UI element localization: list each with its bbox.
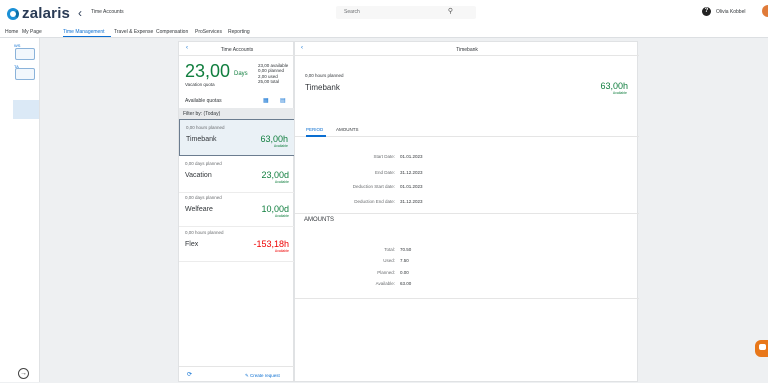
detail-planned: 0,00 hours planned <box>305 73 344 78</box>
deduction-start-value: 01.01.2023 <box>400 184 423 189</box>
active-menu-indicator <box>63 36 111 37</box>
used-label: Used: <box>383 258 395 263</box>
nav-tile-ws[interactable] <box>15 48 35 60</box>
quota-item-welfeare[interactable]: 0,00 days planned Welfeare 10,00d Availa… <box>179 190 295 227</box>
section-divider <box>295 298 639 299</box>
nav-selection-highlight <box>13 100 39 119</box>
logo-mark-icon <box>7 7 19 20</box>
quota-available-label: Available <box>274 180 289 184</box>
create-request-button[interactable]: ✎ Create request <box>245 373 280 379</box>
search-placeholder: Search <box>344 9 360 15</box>
quota-planned: 0,00 days planned <box>185 161 222 166</box>
available-label: Available: <box>375 281 395 286</box>
user-name[interactable]: Olivia Kobbel <box>716 9 745 15</box>
search-icon[interactable]: ⚲ <box>448 7 453 15</box>
quota-planned: 0,00 days planned <box>185 195 222 200</box>
search-field[interactable]: Search ⚲ <box>336 6 476 19</box>
app-title: Time Accounts <box>91 9 124 15</box>
right-panel-header: ‹ Timebank <box>295 42 639 56</box>
quota-value: -153,18h <box>253 239 289 249</box>
tab-period[interactable]: PERIOD <box>306 127 323 132</box>
detail-tabs: PERIOD AMOUNTS <box>295 123 639 137</box>
timebank-detail-panel: ‹ Timebank 0,00 hours planned Timebank 6… <box>294 41 639 382</box>
deduction-start-label: Deduction Start date: <box>352 184 395 189</box>
refresh-icon[interactable]: ⟳ <box>187 371 192 378</box>
planned-label: Planned: <box>377 270 395 275</box>
calendar-icon[interactable]: ▦ <box>263 97 269 104</box>
quota-item-flex[interactable]: 0,00 hours planned Flex -153,18h Availab… <box>179 225 295 262</box>
right-panel-title: Timebank <box>456 47 478 53</box>
chat-icon[interactable] <box>755 340 768 357</box>
quota-name: Welfeare <box>185 206 213 213</box>
quota-value: 23,00d <box>261 170 289 180</box>
zalaris-logo[interactable]: zalaris <box>7 5 70 22</box>
amounts-section-title: AMOUNTS <box>304 217 334 223</box>
filter-text: Filter by: (Today) <box>183 111 221 117</box>
stat-total: 25,00 total <box>258 78 280 84</box>
menu-item-home[interactable]: Home <box>5 29 18 35</box>
quota-name: Timebank <box>186 136 217 143</box>
quota-available-label: Available <box>274 249 289 253</box>
start-date-label: Start Date: <box>373 154 395 159</box>
menu-item-my-page[interactable]: My Page <box>22 29 42 35</box>
total-label: Total: <box>384 247 395 252</box>
detail-available-label: Available <box>612 91 627 95</box>
list-icon[interactable]: ▤ <box>280 97 286 104</box>
planned-value: 0.00 <box>400 270 409 275</box>
quota-value: 10,00d <box>261 204 289 214</box>
nav-tile-ta[interactable] <box>15 68 35 80</box>
menu-item-compensation[interactable]: Compensation <box>156 29 188 35</box>
left-panel-footer: ⟳ ✎ Create request <box>179 366 295 383</box>
available-quotas-label: Available quotas <box>185 98 222 104</box>
detail-value: 63,00h <box>600 81 628 91</box>
quota-item-timebank[interactable]: 0,00 hours planned Timebank 63,00h Avail… <box>179 119 295 156</box>
back-chevron-icon[interactable]: ‹ <box>78 6 82 20</box>
stat-planned: 0,00 planned <box>258 68 285 74</box>
deduction-end-value: 31.12.2023 <box>400 199 423 204</box>
quota-planned: 0,00 hours planned <box>186 125 225 130</box>
quota-stats: 23,00 available 0,00 planned 2,00 used 2… <box>258 63 288 84</box>
active-tab-indicator <box>306 135 326 137</box>
menu-item-time-management[interactable]: Time Management <box>63 29 105 35</box>
avatar[interactable] <box>762 5 768 17</box>
filter-bar: Filter by: (Today) <box>179 108 295 119</box>
left-panel-header: ‹ Time Accounts <box>179 42 295 56</box>
quota-available-label: Available <box>273 144 288 148</box>
available-value: 63.00 <box>400 281 412 286</box>
arrow-right-circle-icon[interactable]: → <box>18 368 29 379</box>
vacation-days-unit: Days <box>234 71 248 77</box>
tab-amounts[interactable]: AMOUNTS <box>336 127 359 132</box>
total-value: 70.50 <box>400 247 412 252</box>
quota-value: 63,00h <box>260 134 288 144</box>
used-value: 7.50 <box>400 258 409 263</box>
top-bar: zalaris ‹ Time Accounts Search ⚲ ? Olivi… <box>0 0 768 26</box>
quota-name: Flex <box>185 241 199 248</box>
detail-name: Timebank <box>305 83 340 92</box>
quota-item-vacation[interactable]: 0,00 days planned Vacation 23,00d Availa… <box>179 156 295 193</box>
vacation-days-value: 23,00 <box>185 61 231 81</box>
menu-item-reporting[interactable]: Reporting <box>228 29 250 35</box>
deduction-end-label: Deduction End date: <box>354 199 395 204</box>
quota-available-label: Available <box>274 214 289 218</box>
quota-name: Vacation <box>185 172 212 179</box>
quota-planned: 0,00 hours planned <box>185 230 224 235</box>
main-menu: Home My Page Time Management Travel & Ex… <box>0 26 768 38</box>
section-divider <box>295 213 639 214</box>
logo-text: zalaris <box>22 5 71 22</box>
menu-item-proservices[interactable]: ProServices <box>195 29 222 35</box>
left-panel-title: Time Accounts <box>220 47 254 53</box>
vacation-quota-label: Vacation quota <box>185 82 215 87</box>
help-icon[interactable]: ? <box>702 7 711 16</box>
create-request-label: Create request <box>250 373 280 378</box>
start-date-value: 01.01.2023 <box>400 154 423 159</box>
side-nav: WS TA → <box>0 38 40 382</box>
end-date-label: End Date: <box>374 170 395 175</box>
end-date-value: 31.12.2023 <box>400 170 423 175</box>
time-accounts-panel: ‹ Time Accounts 23,00 Days Vacation quot… <box>178 41 295 383</box>
menu-item-travel-expense[interactable]: Travel & Expense <box>114 29 153 35</box>
